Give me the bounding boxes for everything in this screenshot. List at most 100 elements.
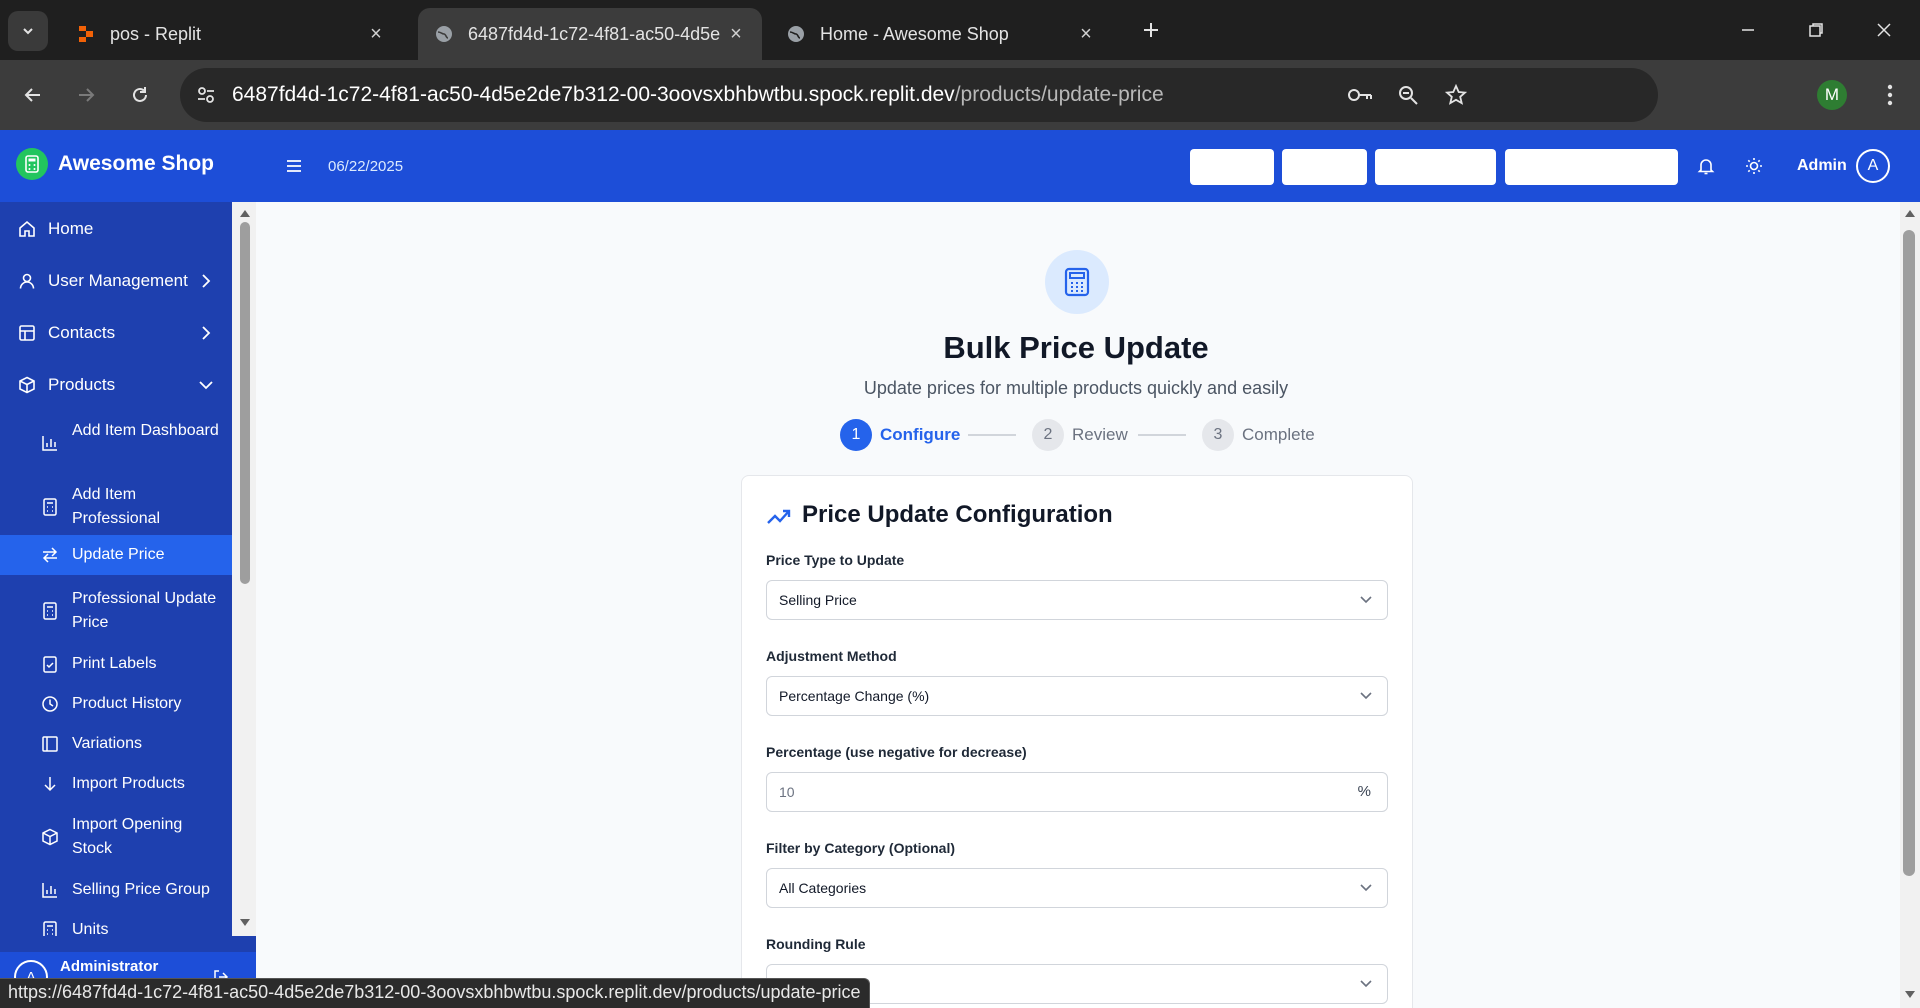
sidebar-item-update-price[interactable]: Update Price: [0, 535, 232, 575]
hero-calculator-icon: [1045, 250, 1109, 314]
close-window-button[interactable]: [1868, 14, 1900, 46]
sidebar-item-print-labels[interactable]: Print Labels: [0, 648, 232, 680]
back-button[interactable]: [15, 77, 51, 113]
clock-icon: [40, 694, 60, 714]
sidebar-nav: Home User Management Contacts Products A…: [0, 202, 232, 936]
header-username[interactable]: Admin: [1797, 157, 1847, 175]
price-type-select[interactable]: Selling Price: [766, 580, 1388, 620]
sidebar-item-import-products[interactable]: Import Products: [0, 768, 232, 800]
calculator-icon: [40, 497, 60, 517]
sidebar-item-contacts[interactable]: Contacts: [0, 318, 232, 348]
scroll-up-icon[interactable]: [239, 208, 251, 218]
arrow-right-icon: [79, 88, 95, 102]
adjustment-method-value: Percentage Change (%): [779, 688, 930, 704]
sidebar-item-label: Units: [72, 921, 109, 936]
category-filter-select[interactable]: All Categories: [766, 868, 1388, 908]
header-avatar[interactable]: A: [1856, 149, 1890, 183]
sidebar-item-professional-update-price[interactable]: Professional Update Price: [0, 582, 232, 640]
notifications-button[interactable]: [1694, 154, 1718, 178]
tab-home-awesome-shop[interactable]: Home - Awesome Shop ×: [770, 8, 1112, 60]
columns-icon: [40, 734, 60, 754]
price-type-label: Price Type to Update: [766, 552, 905, 568]
scroll-up-icon[interactable]: [1904, 208, 1916, 218]
close-tab-icon[interactable]: ×: [366, 23, 386, 46]
scroll-down-icon[interactable]: [1904, 990, 1916, 1000]
sidebar-item-home[interactable]: Home: [0, 214, 232, 244]
sidebar-item-import-opening-stock[interactable]: Import Opening Stock: [0, 808, 232, 866]
password-key-icon[interactable]: [1342, 77, 1378, 113]
sidebar-item-user-management[interactable]: User Management: [0, 266, 232, 296]
profile-avatar[interactable]: M: [1817, 80, 1847, 110]
theme-toggle-button[interactable]: [1742, 154, 1766, 178]
sidebar-item-products[interactable]: Products: [0, 370, 232, 400]
header-action-button-2[interactable]: [1282, 149, 1367, 185]
package-icon: [40, 827, 60, 847]
card-title: Price Update Configuration: [802, 501, 1113, 528]
tab-title: Home - Awesome Shop: [820, 23, 1009, 44]
bar-chart-icon: [40, 880, 60, 900]
chevron-down-icon: [1357, 879, 1375, 897]
reload-button[interactable]: [122, 77, 158, 113]
minimize-button[interactable]: [1732, 14, 1764, 46]
menu-toggle-button[interactable]: [282, 154, 306, 178]
brand[interactable]: Awesome Shop: [16, 148, 214, 180]
chevron-down-icon: [196, 375, 216, 395]
header-date: 06/22/2025: [328, 158, 404, 175]
site-info-icon[interactable]: [180, 68, 232, 122]
sidebar-item-selling-price-group[interactable]: Selling Price Group: [0, 874, 232, 906]
browser-menu-button[interactable]: [1872, 77, 1908, 113]
adjustment-method-select[interactable]: Percentage Change (%): [766, 676, 1388, 716]
sidebar-item-product-history[interactable]: Product History: [0, 688, 232, 720]
percentage-label: Percentage (use negative for decrease): [766, 744, 1027, 760]
sidebar-item-label: Add Item Professional: [72, 486, 161, 527]
tab-update-price[interactable]: 6487fd4d-1c72-4f81-ac50-4d5e ×: [418, 8, 762, 60]
page-scroll-thumb[interactable]: [1903, 230, 1915, 876]
step-3-circle: 3: [1202, 419, 1234, 451]
header-action-button-1[interactable]: [1190, 149, 1274, 185]
app-header: Awesome Shop 06/22/2025 Admin A: [0, 130, 1920, 202]
close-tab-icon[interactable]: ×: [726, 23, 746, 46]
hamburger-icon: [287, 160, 301, 172]
step-2-label: Review: [1072, 425, 1128, 444]
percentage-input[interactable]: [767, 773, 1327, 811]
price-config-card: Price Update Configuration Price Type to…: [741, 475, 1413, 1008]
globe-icon: [786, 24, 806, 44]
sidebar-item-add-item-professional[interactable]: Add Item Professional: [0, 478, 232, 536]
bookmark-star-icon[interactable]: [1438, 77, 1474, 113]
adjustment-method-label: Adjustment Method: [766, 648, 897, 664]
bar-chart-icon: [40, 433, 60, 453]
close-icon: [1877, 23, 1891, 37]
chevron-down-icon: [23, 28, 33, 35]
tab-pos-replit[interactable]: pos - Replit ×: [60, 8, 402, 60]
scroll-down-icon[interactable]: [239, 918, 251, 928]
zoom-icon[interactable]: [1390, 77, 1426, 113]
contacts-icon: [16, 322, 38, 344]
sidebar-item-label: User Management: [48, 271, 188, 290]
clipboard-check-icon: [40, 654, 60, 674]
close-tab-icon[interactable]: ×: [1076, 23, 1096, 46]
sidebar-scroll-thumb[interactable]: [240, 222, 250, 584]
forward-button[interactable]: [68, 77, 104, 113]
header-action-button-4[interactable]: [1505, 149, 1678, 185]
restore-button[interactable]: [1800, 14, 1832, 46]
step-connector: [968, 434, 1016, 436]
url-path: /products/update-price: [954, 83, 1164, 106]
replit-icon: [76, 24, 96, 44]
sidebar-item-units[interactable]: Units: [0, 914, 232, 936]
address-bar[interactable]: 6487fd4d-1c72-4f81-ac50-4d5e2de7b312-00-…: [180, 68, 1658, 122]
price-type-value: Selling Price: [779, 592, 857, 608]
home-icon: [16, 218, 38, 240]
step-1-circle: 1: [840, 419, 872, 451]
percentage-field[interactable]: %: [766, 772, 1388, 812]
new-tab-button[interactable]: [1135, 14, 1167, 46]
minimize-icon: [1742, 29, 1754, 31]
status-bar-url: https://6487fd4d-1c72-4f81-ac50-4d5e2de7…: [0, 978, 870, 1008]
sidebar-item-label: Home: [48, 219, 94, 238]
sidebar-item-label: Variations: [72, 735, 142, 752]
header-action-button-3[interactable]: [1375, 149, 1496, 185]
sidebar-item-add-item-dashboard[interactable]: Add Item Dashboard: [0, 414, 232, 472]
tab-title: 6487fd4d-1c72-4f81-ac50-4d5e: [468, 23, 721, 44]
sidebar-item-variations[interactable]: Variations: [0, 728, 232, 760]
url-host: 6487fd4d-1c72-4f81-ac50-4d5e2de7b312-00-…: [232, 83, 955, 106]
tab-search-button[interactable]: [8, 11, 48, 51]
